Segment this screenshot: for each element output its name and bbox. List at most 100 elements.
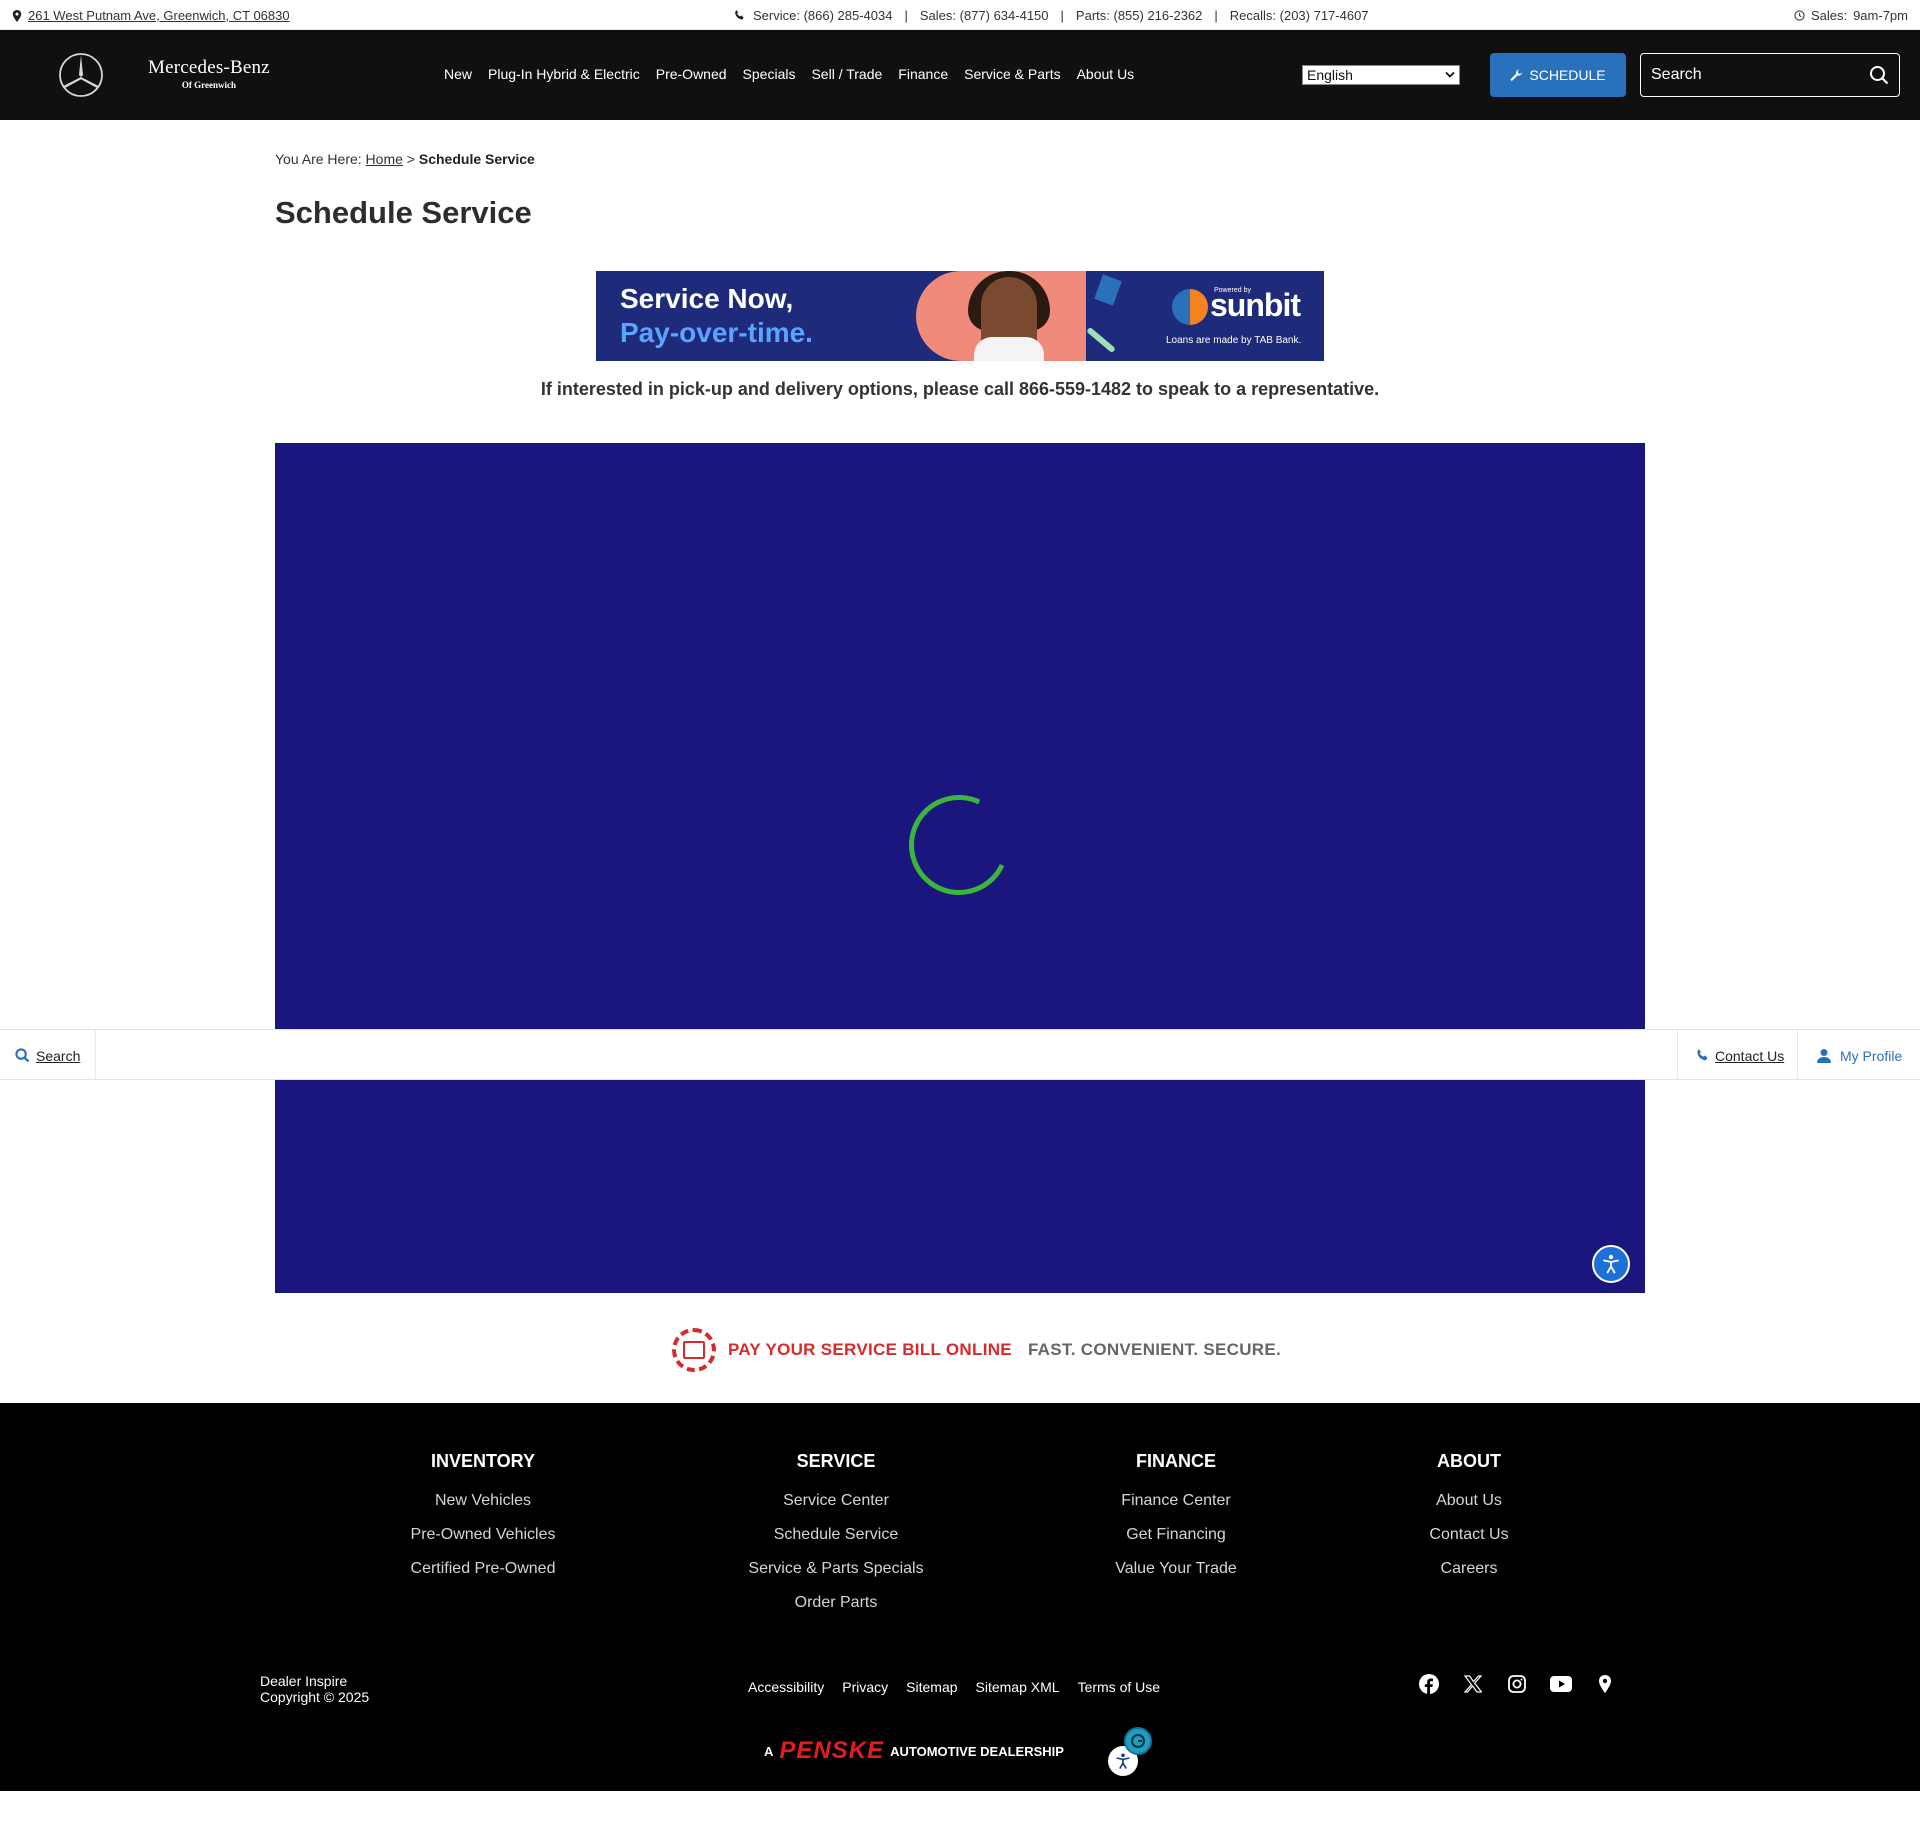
x-icon[interactable] — [1462, 1673, 1484, 1695]
footer-link[interactable]: Careers — [1359, 1560, 1579, 1578]
legal-terms[interactable]: Terms of Use — [1078, 1679, 1160, 1695]
copyright: Copyright © 2025 — [260, 1689, 370, 1705]
address: 261 West Putnam Ave, Greenwich, CT 06830 — [12, 8, 290, 23]
brand-wordmark[interactable]: Mercedes-Benz Of Greenwich — [148, 57, 270, 90]
chevron-down-icon — [1445, 71, 1455, 78]
dealer-inspire-link[interactable]: Dealer Inspire — [260, 1673, 369, 1689]
breadcrumb-divider: > — [406, 151, 415, 167]
legal-accessibility[interactable]: Accessibility — [748, 1679, 824, 1695]
hours: Sales: 9am-7pm — [1794, 8, 1908, 23]
nav-plug-in-hybrid-electric[interactable]: Plug-In Hybrid & Electric — [480, 66, 648, 82]
legal-sitemap[interactable]: Sitemap — [906, 1679, 957, 1695]
address-link[interactable]: 261 West Putnam Ave, Greenwich, CT 06830 — [28, 8, 290, 23]
nav-specials[interactable]: Specials — [735, 66, 804, 82]
instagram-icon[interactable] — [1506, 1673, 1528, 1695]
sticky-profile-button[interactable]: My Profile — [1797, 1030, 1920, 1081]
parts-phone[interactable]: Parts: (855) 216-2362 — [1076, 8, 1202, 23]
nav-about-us[interactable]: About Us — [1069, 66, 1143, 82]
footer-link[interactable]: About Us — [1359, 1492, 1579, 1510]
footer-column-inventory: INVENTORY New Vehicles Pre-Owned Vehicle… — [373, 1451, 593, 1594]
nav-finance[interactable]: Finance — [890, 66, 956, 82]
brand-name: Mercedes-Benz — [148, 57, 270, 78]
footer-column-about: ABOUT About Us Contact Us Careers — [1359, 1451, 1579, 1594]
penske-prefix: A — [764, 1743, 774, 1759]
schedule-label: SCHEDULE — [1529, 67, 1606, 83]
separator: | — [904, 8, 908, 23]
pay-service-bill-banner[interactable]: PAY YOUR SERVICE BILL ONLINE FAST. CONVE… — [672, 1328, 1281, 1372]
footer-link[interactable]: Service Center — [726, 1492, 946, 1510]
footer-column-finance: FINANCE Finance Center Get Financing Val… — [1066, 1451, 1286, 1594]
accessibility-button[interactable] — [1592, 1245, 1630, 1283]
sunbit-banner[interactable]: Service Now, Pay-over-time. Powered by s… — [596, 271, 1324, 361]
service-phone[interactable]: Service: (866) 285-4034 — [753, 8, 892, 23]
sticky-contact-label[interactable]: Contact Us — [1715, 1048, 1784, 1064]
recalls-phone[interactable]: Recalls: (203) 717-4607 — [1230, 8, 1369, 23]
footer-link[interactable]: Contact Us — [1359, 1526, 1579, 1544]
nav-service-parts[interactable]: Service & Parts — [956, 66, 1068, 82]
footer-link[interactable]: Certified Pre-Owned — [373, 1560, 593, 1578]
footer-link[interactable]: Pre-Owned Vehicles — [373, 1526, 593, 1544]
breadcrumb-home[interactable]: Home — [366, 151, 403, 167]
scheduler-iframe-lower[interactable] — [275, 1080, 1645, 1293]
separator: | — [1214, 8, 1218, 23]
footer-link[interactable]: Order Parts — [726, 1594, 946, 1612]
legal-privacy[interactable]: Privacy — [842, 1679, 888, 1695]
breadcrumb-prefix: You Are Here: — [275, 151, 362, 167]
paybill-tagline: FAST. CONVENIENT. SECURE. — [1027, 1340, 1282, 1359]
header-search-input[interactable]: Search — [1640, 53, 1900, 97]
user-icon — [1817, 1048, 1831, 1063]
footer-column-service: SERVICE Service Center Schedule Service … — [726, 1451, 946, 1628]
footer-heading: ABOUT — [1437, 1451, 1501, 1471]
sunbit-logo-icon — [1172, 289, 1208, 325]
footer-link[interactable]: Value Your Trade — [1066, 1560, 1286, 1578]
phone-icon — [1697, 1049, 1708, 1061]
search-icon[interactable] — [1869, 65, 1889, 85]
sticky-contact-button[interactable]: Contact Us — [1677, 1030, 1797, 1081]
search-icon — [15, 1048, 30, 1063]
site-header: Mercedes-Benz Of Greenwich New Plug-In H… — [0, 30, 1920, 120]
location-pin-icon — [12, 9, 22, 22]
penske-suffix: AUTOMOTIVE DEALERSHIP — [890, 1743, 1064, 1759]
scheduler-iframe[interactable] — [275, 443, 1645, 1029]
search-placeholder: Search — [1651, 66, 1702, 83]
mercedes-star-logo[interactable] — [58, 52, 104, 98]
schedule-button[interactable]: SCHEDULE — [1490, 53, 1626, 97]
top-utility-bar: 261 West Putnam Ave, Greenwich, CT 06830… — [0, 0, 1920, 30]
language-select[interactable]: English — [1302, 65, 1460, 85]
phone-numbers: Service: (866) 285-4034 | Sales: (877) 6… — [734, 8, 1369, 23]
footer-link[interactable]: New Vehicles — [373, 1492, 593, 1510]
pickup-notice-text: If interested in pick-up and delivery op… — [540, 379, 1380, 399]
nav-pre-owned[interactable]: Pre-Owned — [648, 66, 735, 82]
youtube-icon[interactable] — [1550, 1673, 1572, 1695]
breadcrumb: You Are Here: Home > Schedule Service — [275, 151, 535, 167]
sticky-search-label[interactable]: Search — [36, 1048, 80, 1064]
facebook-icon[interactable] — [1418, 1673, 1440, 1695]
footer-heading: INVENTORY — [430, 1451, 536, 1471]
footer-link[interactable]: Get Financing — [1066, 1526, 1286, 1544]
sticky-action-bar: Search Contact Us My Profile — [0, 1029, 1920, 1081]
social-links — [1418, 1673, 1616, 1695]
penske-dealership-logo[interactable]: A PENSKE AUTOMOTIVE DEALERSHIP — [764, 1737, 1064, 1765]
banner-line1: Service Now, — [620, 283, 794, 314]
location-pin-icon[interactable] — [1594, 1673, 1616, 1695]
footer-credits: Dealer Inspire Copyright © 2025 — [260, 1673, 369, 1705]
sticky-search-button[interactable]: Search — [0, 1030, 96, 1081]
penske-brand: PENSKE — [779, 1737, 885, 1764]
gear-icon — [672, 1328, 716, 1372]
footer-link[interactable]: Service & Parts Specials — [726, 1560, 946, 1578]
banner-brand: sunbit — [1210, 287, 1301, 323]
banner-line2: Pay-over-time. — [620, 317, 813, 348]
legal-sitemap-xml[interactable]: Sitemap XML — [976, 1679, 1060, 1695]
phone-icon — [735, 10, 744, 20]
footer-heading: FINANCE — [1136, 1451, 1216, 1471]
sales-phone[interactable]: Sales: (877) 634-4150 — [920, 8, 1049, 23]
hours-value: 9am-7pm — [1853, 8, 1908, 23]
nav-sell-trade[interactable]: Sell / Trade — [803, 66, 890, 82]
nav-new[interactable]: New — [436, 66, 480, 82]
site-footer: INVENTORY New Vehicles Pre-Owned Vehicle… — [0, 1403, 1920, 1791]
wrench-icon — [1511, 68, 1523, 81]
footer-link[interactable]: Finance Center — [1066, 1492, 1286, 1510]
chat-widget-icon[interactable] — [1124, 1727, 1152, 1755]
footer-link[interactable]: Schedule Service — [726, 1526, 946, 1544]
pickup-notice: If interested in pick-up and delivery op… — [0, 379, 1920, 400]
